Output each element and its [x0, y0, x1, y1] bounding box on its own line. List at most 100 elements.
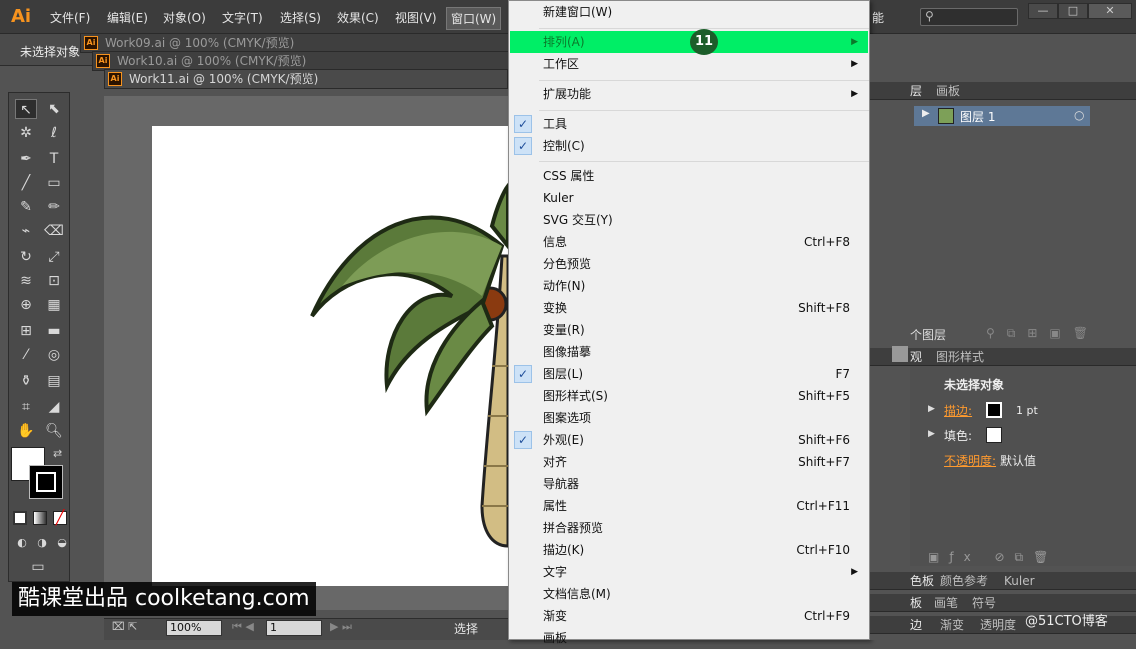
artboard-tool-icon[interactable]: ⌗: [15, 397, 37, 417]
menu-item[interactable]: 新建窗口(W): [510, 1, 868, 23]
eraser-tool-icon[interactable]: ⌫: [43, 221, 65, 241]
menu-item[interactable]: 工作区 ▶: [510, 53, 868, 75]
mesh-tool-icon[interactable]: ⊞: [15, 321, 37, 341]
direct-selection-tool-icon[interactable]: ⬉: [43, 99, 65, 119]
type-tool-icon[interactable]: T: [43, 149, 65, 169]
target-icon[interactable]: ○: [1074, 108, 1084, 122]
artboard[interactable]: [152, 126, 510, 586]
menu-item[interactable]: 动作(N): [510, 275, 868, 297]
menu-item[interactable]: 渐变 Ctrl+F9: [510, 605, 868, 627]
blob-brush-tool-icon[interactable]: ⌁: [15, 221, 37, 241]
menu-item[interactable]: 图像描摹: [510, 341, 868, 363]
artboard-number-field[interactable]: 1: [266, 620, 322, 636]
paintbrush-tool-icon[interactable]: ✎: [15, 197, 37, 217]
pencil-tool-icon[interactable]: ✏: [43, 197, 65, 217]
menu-item[interactable]: 变换 Shift+F8: [510, 297, 868, 319]
fill-color-swatch[interactable]: [986, 427, 1002, 443]
tab-artboards[interactable]: 画板: [936, 82, 960, 100]
menu-effect[interactable]: 效果(C): [337, 9, 379, 26]
menu-item[interactable]: SVG 交互(Y): [510, 209, 868, 231]
menu-item[interactable]: 图案选项: [510, 407, 868, 429]
slice-tool-icon[interactable]: ◢: [43, 397, 65, 417]
menu-item[interactable]: 变量(R): [510, 319, 868, 341]
close-button[interactable]: ✕: [1088, 3, 1132, 19]
none-mode-icon[interactable]: ╱: [53, 511, 67, 525]
menu-item[interactable]: ✓ 图层(L) F7: [510, 363, 868, 385]
menu-item[interactable]: 描边(K) Ctrl+F10: [510, 539, 868, 561]
zoom-tool-icon[interactable]: 🔍︎: [43, 421, 65, 441]
color-mode-icon[interactable]: [13, 511, 27, 525]
perspective-grid-tool-icon[interactable]: ▦: [43, 295, 65, 315]
line-tool-icon[interactable]: ╱: [15, 173, 37, 193]
menu-object[interactable]: 对象(O): [163, 9, 206, 26]
scale-tool-icon[interactable]: ⤢: [43, 247, 65, 267]
artboard-nav-icon[interactable]: ⌧ ⇱: [112, 620, 137, 633]
stroke-color-swatch[interactable]: [986, 402, 1002, 418]
menu-item[interactable]: 拼合器预览: [510, 517, 868, 539]
selection-tool-icon[interactable]: ↖: [15, 99, 37, 119]
menu-item[interactable]: 图形样式(S) Shift+F5: [510, 385, 868, 407]
expand-arrow-icon[interactable]: ▶: [922, 108, 930, 119]
screen-mode-icon[interactable]: ▭: [27, 557, 49, 577]
menu-item[interactable]: ✓ 外观(E) Shift+F6: [510, 429, 868, 451]
shape-builder-tool-icon[interactable]: ⊕: [15, 295, 37, 315]
width-tool-icon[interactable]: ≋: [15, 271, 37, 291]
rectangle-tool-icon[interactable]: ▭: [43, 173, 65, 193]
workspace-switcher[interactable]: 能: [872, 9, 884, 26]
gradient-tool-icon[interactable]: ▬: [43, 321, 65, 341]
tab-appearance[interactable]: 观: [910, 348, 922, 366]
tab-color-guide[interactable]: 颜色参考: [940, 572, 988, 590]
pen-tool-icon[interactable]: ✒: [15, 149, 37, 169]
layer-row[interactable]: ▶ 图层 1 ○: [914, 106, 1090, 126]
maximize-button[interactable]: □: [1058, 3, 1088, 19]
menu-edit[interactable]: 编辑(E): [107, 9, 148, 26]
blend-tool-icon[interactable]: ◎: [43, 345, 65, 365]
menu-item[interactable]: 画板: [510, 627, 868, 649]
menu-item[interactable]: 属性 Ctrl+F11: [510, 495, 868, 517]
menu-item[interactable]: ✓ 控制(C): [510, 135, 868, 157]
menu-item[interactable]: CSS 属性: [510, 165, 868, 187]
menu-item[interactable]: 对齐 Shift+F7: [510, 451, 868, 473]
eyedropper-tool-icon[interactable]: ⁄: [15, 345, 37, 365]
gradient-mode-icon[interactable]: [33, 511, 47, 525]
menu-select[interactable]: 选择(S): [280, 9, 321, 26]
tab-graphic-styles[interactable]: 图形样式: [936, 348, 984, 366]
hand-tool-icon[interactable]: ✋: [15, 421, 37, 441]
menu-type[interactable]: 文字(T): [222, 9, 263, 26]
draw-normal-icon[interactable]: ◐: [11, 533, 33, 553]
menu-item[interactable]: 文字 ▶: [510, 561, 868, 583]
menu-file[interactable]: 文件(F): [50, 9, 90, 26]
minimize-button[interactable]: —: [1028, 3, 1058, 19]
tab-stroke[interactable]: 边: [910, 616, 922, 634]
menu-item[interactable]: 排列(A) ▶: [510, 31, 868, 53]
tab-brushes-group[interactable]: 板: [910, 594, 922, 612]
layer-actions-icon[interactable]: ⚲⧉⊞▣🗑︎: [986, 326, 1100, 341]
search-input[interactable]: ⚲: [920, 8, 1018, 26]
doc-tab-1[interactable]: Ai Work09.ai @ 100% (CMYK/预览): [80, 33, 510, 53]
appearance-actions-icon[interactable]: ▣ƒx ⊘⧉🗑︎: [928, 550, 1058, 565]
draw-behind-icon[interactable]: ◑: [31, 533, 53, 553]
menu-item[interactable]: 扩展功能 ▶: [510, 83, 868, 105]
tab-gradient[interactable]: 渐变: [940, 616, 964, 634]
stroke-label[interactable]: 描边:: [944, 402, 972, 419]
menu-view[interactable]: 视图(V): [395, 9, 437, 26]
graph-tool-icon[interactable]: ▤: [43, 371, 65, 391]
symbol-sprayer-tool-icon[interactable]: ⚱: [15, 371, 37, 391]
menu-item[interactable]: 文档信息(M): [510, 583, 868, 605]
opacity-label[interactable]: 不透明度:: [944, 452, 996, 469]
zoom-field[interactable]: 100%: [166, 620, 222, 636]
menu-item[interactable]: Kuler: [510, 187, 868, 209]
doc-tab-2[interactable]: Ai Work10.ai @ 100% (CMYK/预览): [92, 51, 510, 71]
tab-swatches[interactable]: 色板: [910, 572, 934, 590]
rotate-tool-icon[interactable]: ↻: [15, 247, 37, 267]
panel-scrollbar[interactable]: [892, 346, 908, 362]
free-transform-tool-icon[interactable]: ⊡: [43, 271, 65, 291]
lasso-tool-icon[interactable]: ℓ: [43, 123, 65, 143]
expand-arrow-icon[interactable]: ▶: [928, 429, 935, 439]
magic-wand-tool-icon[interactable]: ✲: [15, 123, 37, 143]
menu-item[interactable]: 导航器: [510, 473, 868, 495]
tab-kuler[interactable]: Kuler: [1004, 572, 1035, 590]
tab-layers[interactable]: 层: [910, 82, 922, 100]
tab-transparency[interactable]: 透明度: [980, 616, 1016, 634]
tab-brushes[interactable]: 画笔: [934, 594, 958, 612]
